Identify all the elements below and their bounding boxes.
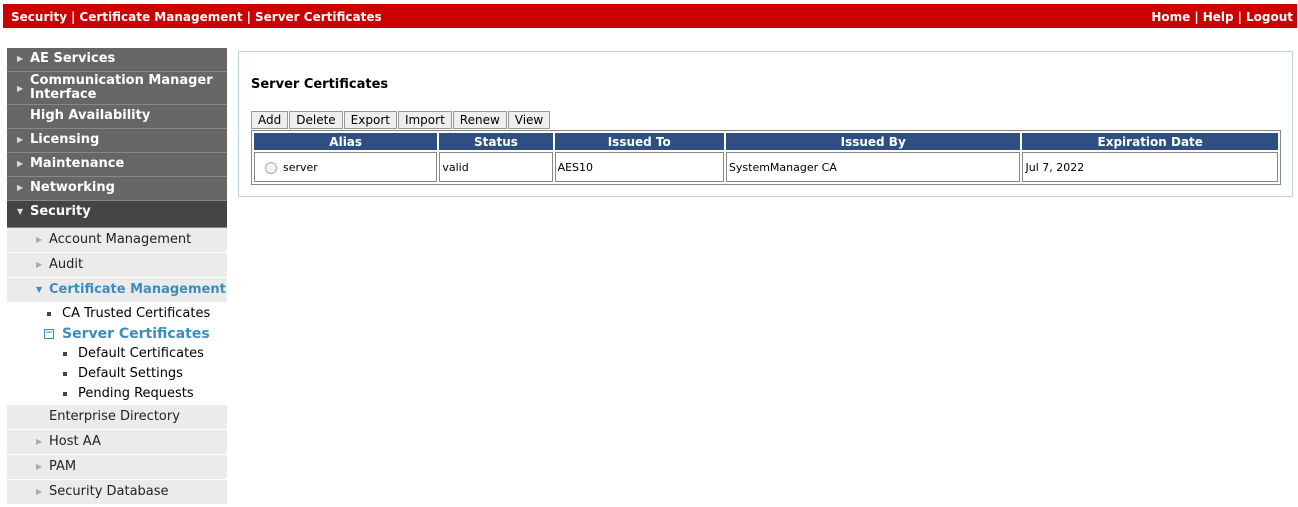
nav-licensing[interactable]: ▶ Licensing: [7, 129, 227, 153]
nav-ae-services[interactable]: ▶ AE Services: [7, 48, 227, 72]
chevron-right-icon: ▶: [36, 462, 43, 471]
nav-label: CA Trusted Certificates: [62, 306, 211, 321]
nav-label: Communication Manager Interface: [30, 73, 213, 102]
nav-pending-requests[interactable]: Pending Requests: [7, 384, 227, 404]
nav-label: High Availability: [30, 108, 151, 123]
chevron-right-icon: ▶: [17, 84, 24, 93]
nav-label: Security: [30, 204, 91, 219]
nav-ca-trusted-certificates[interactable]: CA Trusted Certificates: [7, 304, 227, 324]
certificates-table: Alias Status Issued To Issued By Expirat…: [251, 130, 1281, 185]
chevron-right-icon: ▶: [36, 260, 43, 269]
nav-label: Host AA: [49, 434, 101, 449]
nav-label: Enterprise Directory: [49, 409, 180, 424]
bullet-icon: [63, 392, 67, 396]
breadcrumb-server-certificates: Server Certificates: [255, 10, 382, 24]
nav-audit[interactable]: ▶ Audit: [7, 253, 227, 278]
bullet-icon: [63, 372, 67, 376]
nav-label: Pending Requests: [78, 386, 194, 401]
collapse-icon[interactable]: −: [44, 329, 54, 339]
chevron-right-icon: ▶: [36, 487, 43, 496]
column-header-expiration-date: Expiration Date: [1022, 133, 1278, 150]
nav-enterprise-directory[interactable]: Enterprise Directory: [7, 405, 227, 430]
nav-security-database[interactable]: ▶ Security Database: [7, 480, 227, 505]
nav-default-certificates[interactable]: Default Certificates: [7, 344, 227, 364]
home-link[interactable]: Home: [1151, 10, 1190, 24]
sidebar: ▶ AE Services ▶ Communication Manager In…: [7, 48, 227, 505]
nav-label: Server Certificates: [62, 326, 210, 342]
select-radio[interactable]: [265, 161, 277, 174]
nav-label: Security Database: [49, 484, 169, 499]
export-button[interactable]: Export: [343, 111, 397, 129]
chevron-down-icon: ▼: [36, 285, 43, 294]
nav-communication-manager-interface[interactable]: ▶ Communication Manager Interface: [7, 72, 227, 105]
breadcrumb-security[interactable]: Security: [11, 10, 67, 24]
nav-label: AE Services: [30, 51, 116, 66]
alias-text: server: [283, 160, 318, 174]
top-links: Home | Help | Logout: [1151, 10, 1293, 24]
table-row: server valid AES10 SystemManager CA Jul …: [254, 152, 1278, 182]
view-button[interactable]: View: [507, 111, 551, 129]
nav-label: Audit: [49, 257, 84, 272]
renew-button[interactable]: Renew: [452, 111, 507, 129]
chevron-down-icon: ▼: [17, 207, 24, 216]
breadcrumb: Security | Certificate Management | Server C…: [11, 10, 382, 24]
nav-server-certificates[interactable]: − Server Certificates: [7, 324, 227, 344]
chevron-right-icon: ▶: [17, 183, 24, 192]
add-button[interactable]: Add: [251, 111, 289, 129]
nav-maintenance[interactable]: ▶ Maintenance: [7, 153, 227, 177]
page-title: Server Certificates: [251, 77, 389, 92]
chevron-right-icon: ▶: [36, 437, 43, 446]
column-header-status: Status: [439, 133, 553, 150]
cell-issued-by: SystemManager CA: [725, 152, 1021, 182]
column-header-alias: Alias: [254, 133, 438, 150]
nav-security[interactable]: ▼ Security: [7, 201, 227, 228]
nav-pam[interactable]: ▶ PAM: [7, 455, 227, 480]
nav-account-management[interactable]: ▶ Account Management: [7, 228, 227, 253]
delete-button[interactable]: Delete: [289, 111, 343, 129]
import-button[interactable]: Import: [397, 111, 452, 129]
nav-host-aa[interactable]: ▶ Host AA: [7, 430, 227, 455]
column-header-issued-to: Issued To: [554, 133, 724, 150]
chevron-right-icon: ▶: [17, 54, 24, 63]
nav-label: Licensing: [30, 132, 100, 147]
chevron-right-icon: ▶: [17, 135, 24, 144]
nav-high-availability[interactable]: High Availability: [7, 105, 227, 129]
button-bar: Add Delete Export Import Renew View: [251, 111, 551, 129]
top-bar: Security | Certificate Management | Server C…: [3, 4, 1297, 28]
server-certificates-panel: Server Certificates Add Delete Export Im…: [238, 51, 1293, 197]
nav-label: Default Certificates: [78, 346, 204, 361]
cell-status: valid: [439, 152, 553, 182]
breadcrumb-certificate-management[interactable]: Certificate Management: [79, 10, 242, 24]
nav-label: Default Settings: [78, 366, 183, 381]
nav-label: PAM: [49, 459, 77, 474]
bullet-icon: [63, 352, 67, 356]
cell-alias: server: [254, 152, 438, 182]
bullet-icon: [47, 312, 51, 316]
nav-label: Certificate Management: [49, 282, 226, 297]
table-header-row: Alias Status Issued To Issued By Expirat…: [254, 133, 1278, 150]
nav-label: Maintenance: [30, 156, 125, 171]
nav-networking[interactable]: ▶ Networking: [7, 177, 227, 201]
help-link[interactable]: Help: [1203, 10, 1234, 24]
chevron-right-icon: ▶: [17, 159, 24, 168]
column-header-issued-by: Issued By: [725, 133, 1021, 150]
cell-expiration-date: Jul 7, 2022: [1022, 152, 1278, 182]
nav-label: Account Management: [49, 232, 192, 247]
nav-label: Networking: [30, 180, 115, 195]
chevron-right-icon: ▶: [36, 235, 43, 244]
nav-certificate-management[interactable]: ▼ Certificate Management: [7, 278, 227, 303]
logout-link[interactable]: Logout: [1246, 10, 1293, 24]
cell-issued-to: AES10: [554, 152, 724, 182]
nav-default-settings[interactable]: Default Settings: [7, 364, 227, 384]
